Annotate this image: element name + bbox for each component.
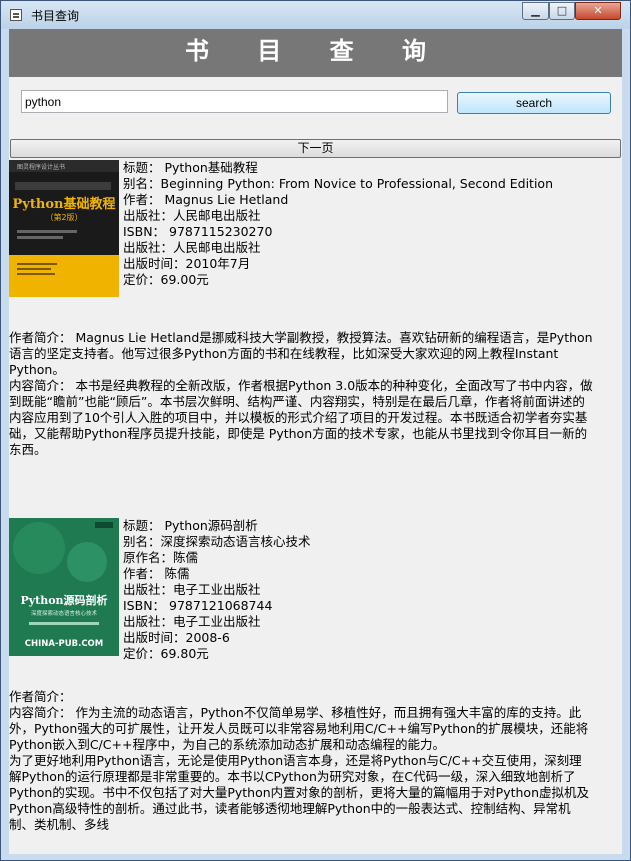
book-pubdate: 出版时间：2010年7月 [123,256,251,271]
book-publisher: 出版社：电子工业出版社 [123,582,261,597]
next-page-button[interactable]: 下一页 [10,139,621,158]
book-description: 作者简介： 内容简介： 作为主流的动态语言，Python不仅简单易学、移植性好，… [9,689,593,833]
book-alias: 别名：Beginning Python: From Novice to Prof… [123,176,553,191]
book-publisher: 出版社：电子工业出版社 [123,614,261,629]
search-button[interactable]: search [457,92,611,114]
header-bar: 书 目 查 询 [9,29,622,77]
content-intro: 内容简介： 作为主流的动态语言，Python不仅简单易学、移植性好，而且拥有强大… [9,705,589,752]
book-publisher: 出版社：人民邮电出版社 [123,240,261,255]
book-original-name: 原作名：陈儒 [123,550,199,565]
page-title: 书 目 查 询 [184,36,447,65]
content-intro-continued: 为了更好地利用Python语言，无论是使用Python语言本身，还是将Pytho… [9,753,589,832]
book-author: 作者： Magnus Lie Hetland [123,192,289,207]
book-isbn: ISBN： 9787121068744 [123,598,273,613]
svg-text:Python基础教程: Python基础教程 [13,196,116,212]
book-alias: 别名：深度探索动态语言核心技术 [123,534,311,549]
book-info: 标题： Python源码剖析 别名：深度探索动态语言核心技术 原作名：陈儒 作者… [123,518,311,662]
book-pubdate: 出版时间：2008-6 [123,630,230,645]
close-button[interactable]: ✕ [575,2,621,20]
book-cover-image: 图灵程序设计丛书 Python基础教程 （第2版） [9,160,119,297]
results-pane[interactable]: 图灵程序设计丛书 Python基础教程 （第2版） 标题： Python基础教程 [9,160,622,854]
book-info: 标题： Python基础教程 别名：Beginning Python: From… [123,160,553,288]
app-window: 书目查询 ▁ □ ✕ 书 目 查 询 search 下一页 图灵程序设计丛书 P… [0,0,631,861]
book-cover-art: 图灵程序设计丛书 Python基础教程 （第2版） [9,160,119,297]
maximize-button[interactable]: □ [549,2,575,20]
svg-text:（第2版）: （第2版） [45,212,82,222]
search-input[interactable] [21,90,448,113]
svg-text:Python源码剖析: Python源码剖析 [20,593,107,607]
minimize-button[interactable]: ▁ [522,2,549,20]
svg-text:深度探索动态语言核心技术: 深度探索动态语言核心技术 [31,609,98,617]
content-intro: 内容简介： 本书是经典教程的全新改版，作者根据Python 3.0版本的种种变化… [9,378,593,457]
book-description: 作者简介： Magnus Lie Hetland是挪威科技大学副教授，教授算法。… [9,330,593,458]
svg-text:CHINA-PUB.COM: CHINA-PUB.COM [25,639,104,649]
book-cover-image: Python源码剖析 深度探索动态语言核心技术 CHINA-PUB.COM [9,518,119,656]
author-intro: 作者简介： [9,689,72,704]
app-icon [10,9,22,21]
svg-text:图灵程序设计丛书: 图灵程序设计丛书 [17,163,65,171]
book-title: 标题： Python基础教程 [123,160,258,175]
book-isbn: ISBN： 9787115230270 [123,224,273,239]
title-bar[interactable]: 书目查询 ▁ □ ✕ [1,1,630,29]
book-publisher: 出版社：人民邮电出版社 [123,208,261,223]
book-cover-art: Python源码剖析 深度探索动态语言核心技术 CHINA-PUB.COM [9,518,119,656]
book-author: 作者： 陈儒 [123,566,190,581]
window-title: 书目查询 [31,9,80,23]
book-price: 定价：69.80元 [123,646,209,661]
author-intro: 作者简介： Magnus Lie Hetland是挪威科技大学副教授，教授算法。… [9,330,593,377]
client-area: 书 目 查 询 search 下一页 图灵程序设计丛书 Python基础教程 （… [9,29,622,854]
book-title: 标题： Python源码剖析 [123,518,258,533]
book-price: 定价：69.00元 [123,272,209,287]
